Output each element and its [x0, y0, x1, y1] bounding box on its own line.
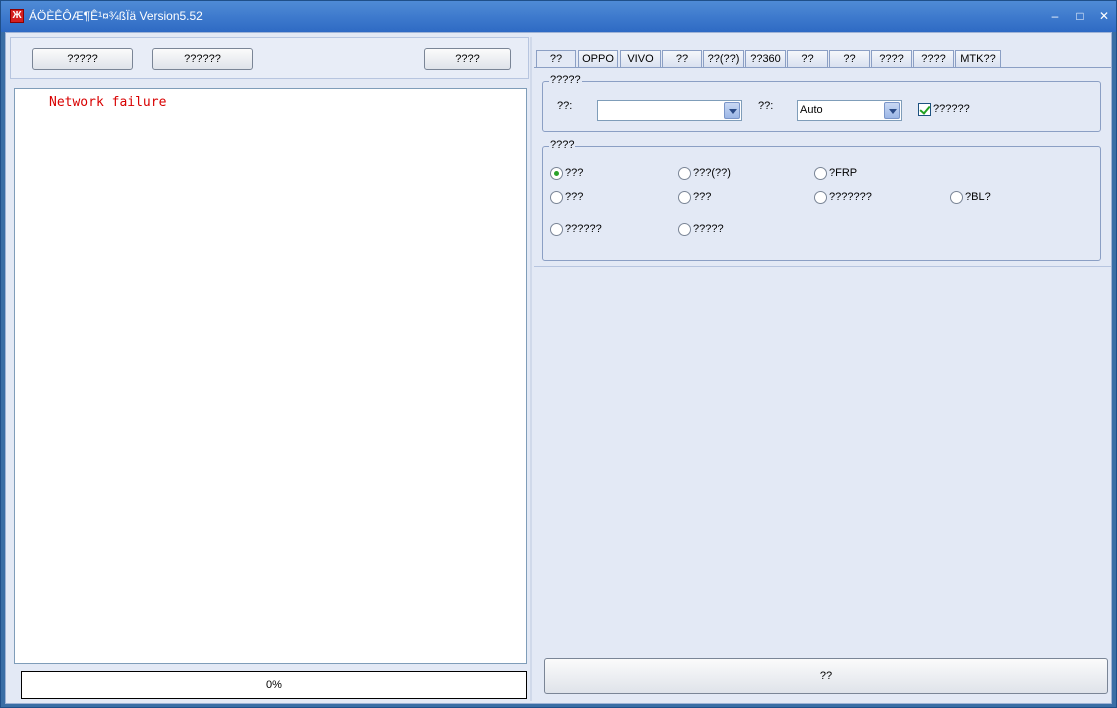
panel-splitter[interactable]	[530, 37, 532, 701]
tab-4[interactable]: ??(??)	[703, 50, 744, 67]
toolbar-button-1[interactable]: ?????	[32, 48, 133, 70]
settings-group: ????? ??: ??: Auto ??????	[542, 74, 1101, 132]
radio-option-3[interactable]	[550, 191, 563, 204]
radio-option-5-label: ???????	[829, 191, 872, 203]
tab-8[interactable]: ????	[871, 50, 912, 67]
tab-strip: ?? OPPO VIVO ?? ??(??) ??360 ?? ?? ???? …	[536, 50, 1111, 68]
app-window: Ж ÁÖÈÊÔÆ¶Ê¹¤¾ßÏä Version5.52 – □ ✕ ?????…	[0, 0, 1117, 708]
progress-bar: 0%	[21, 671, 527, 699]
tab-9[interactable]: ????	[913, 50, 954, 67]
radio-option-8-label: ?????	[693, 223, 724, 235]
log-line-error: Network failure	[49, 95, 167, 110]
tab-oppo[interactable]: OPPO	[578, 50, 618, 67]
field2-label: ??:	[758, 100, 774, 112]
option-checkbox-label: ??????	[933, 103, 970, 115]
radio-option-5[interactable]	[814, 191, 827, 204]
client-area: ????? ?????? ???? Network failure 0% ?? …	[5, 32, 1112, 704]
field1-label: ??:	[557, 100, 573, 112]
tab-3[interactable]: ??	[662, 50, 702, 67]
field2-value: Auto	[800, 104, 823, 116]
radio-option-0[interactable]	[550, 167, 563, 180]
tab-mtk[interactable]: MTK??	[955, 50, 1001, 67]
mode-group-title: ????	[549, 139, 576, 151]
radio-option-2[interactable]	[814, 167, 827, 180]
tab-6[interactable]: ??	[787, 50, 828, 67]
progress-label: 0%	[266, 679, 282, 691]
radio-option-2-label: ?FRP	[829, 167, 858, 179]
tab-page: ????? ??: ??: Auto ?????? ???? ??? ???(?…	[534, 67, 1111, 267]
field2-select[interactable]: Auto	[797, 100, 902, 121]
chevron-down-icon	[884, 102, 900, 119]
settings-group-title: ?????	[549, 74, 582, 86]
radio-option-0-label: ???	[565, 167, 584, 179]
tab-vivo[interactable]: VIVO	[620, 50, 661, 67]
log-output[interactable]: Network failure	[14, 88, 527, 664]
radio-option-7[interactable]	[550, 223, 563, 236]
tab-0[interactable]: ??	[536, 50, 576, 68]
window-title: ÁÖÈÊÔÆ¶Ê¹¤¾ßÏä Version5.52	[29, 9, 203, 23]
chevron-down-icon	[724, 102, 740, 119]
toolbar-button-3[interactable]: ????	[424, 48, 511, 70]
minimize-button[interactable]: –	[1047, 9, 1063, 23]
radio-option-8[interactable]	[678, 223, 691, 236]
tab-7[interactable]: ??	[829, 50, 870, 67]
maximize-button[interactable]: □	[1072, 9, 1088, 23]
radio-option-4-label: ???	[693, 191, 712, 203]
tab-360[interactable]: ??360	[745, 50, 786, 67]
radio-option-7-label: ??????	[565, 223, 602, 235]
mode-group: ???? ??? ???(??) ?FRP ??? ??? ??????? ?B…	[542, 139, 1101, 261]
app-logo-icon: Ж	[10, 9, 24, 23]
radio-option-4[interactable]	[678, 191, 691, 204]
option-checkbox[interactable]	[918, 103, 931, 116]
title-bar[interactable]: Ж ÁÖÈÊÔÆ¶Ê¹¤¾ßÏä Version5.52 – □ ✕	[1, 1, 1116, 32]
radio-option-6[interactable]	[950, 191, 963, 204]
toolbar-button-2[interactable]: ??????	[152, 48, 253, 70]
radio-option-6-label: ?BL?	[965, 191, 991, 203]
start-button[interactable]: ??	[544, 658, 1108, 694]
close-button[interactable]: ✕	[1096, 9, 1112, 23]
field1-select[interactable]	[597, 100, 742, 121]
radio-option-1-label: ???(??)	[693, 167, 731, 179]
left-toolbar: ????? ?????? ????	[10, 37, 529, 79]
radio-option-3-label: ???	[565, 191, 584, 203]
radio-option-1[interactable]	[678, 167, 691, 180]
